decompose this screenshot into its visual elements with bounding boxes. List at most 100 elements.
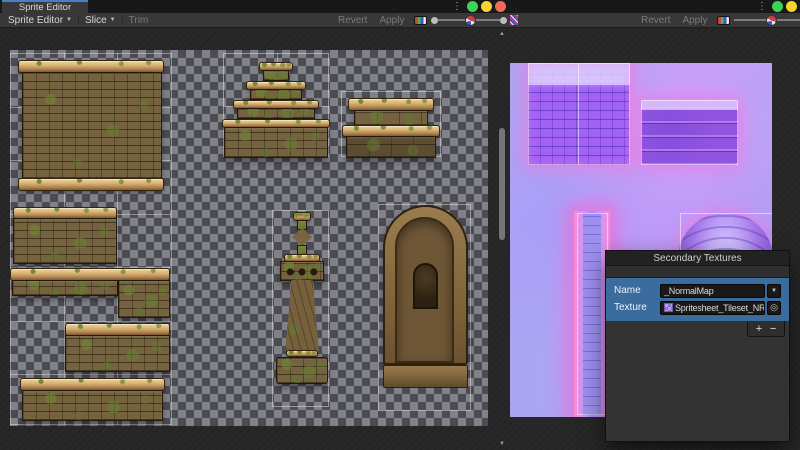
secondary-texture-entry-selected[interactable]: Name _NormalMap ▼ Texture Spritesheet_Ti… bbox=[606, 278, 789, 321]
tab-label: Sprite Editor bbox=[19, 2, 71, 13]
brick-body bbox=[263, 70, 289, 81]
brick-body bbox=[237, 108, 315, 119]
brick-body bbox=[250, 89, 302, 100]
sprite-stone-ledge-long[interactable] bbox=[10, 268, 170, 330]
texture-object-field[interactable]: Spritesheet_Tileset_NRM bbox=[660, 301, 765, 315]
chevron-down-icon: ▼ bbox=[110, 17, 116, 23]
panel-title: Secondary Textures bbox=[606, 251, 789, 266]
sprite-stone-platform[interactable] bbox=[20, 378, 165, 422]
sprite-editor-menu-button[interactable]: Sprite Editor ▼ bbox=[2, 13, 78, 27]
object-picker-button[interactable]: ◎ bbox=[767, 301, 781, 315]
menu-dots-icon[interactable]: ⋮ bbox=[757, 1, 767, 12]
slider-track[interactable] bbox=[734, 19, 766, 21]
menu-dots-icon[interactable]: ⋮ bbox=[452, 1, 462, 12]
vertical-scrollbar[interactable]: ▲ ▼ bbox=[497, 28, 507, 450]
texture-value: Spritesheet_Tileset_NRM bbox=[675, 303, 765, 313]
revert-button[interactable]: Revert bbox=[332, 13, 373, 27]
add-secondary-texture-button[interactable]: + bbox=[756, 322, 762, 336]
apply-label: Apply bbox=[682, 15, 707, 26]
slider-handle[interactable] bbox=[431, 17, 438, 24]
scroll-down-icon[interactable]: ▼ bbox=[497, 440, 507, 448]
scroll-up-icon[interactable]: ▲ bbox=[497, 30, 507, 38]
sprite-stone-altar[interactable] bbox=[342, 92, 440, 158]
brick-body bbox=[65, 335, 170, 372]
name-label: Name bbox=[614, 285, 660, 296]
cap-stone bbox=[286, 350, 318, 357]
trim-label: Trim bbox=[129, 15, 149, 26]
apply-label: Apply bbox=[379, 15, 404, 26]
toolbar-left-preview-group: Revert Apply bbox=[332, 13, 518, 27]
mip-stripes-icon bbox=[510, 15, 518, 25]
remove-secondary-texture-button[interactable]: − bbox=[770, 322, 776, 336]
cap-stone bbox=[18, 178, 164, 191]
texture-thumbnail bbox=[664, 303, 673, 312]
brick-body bbox=[12, 280, 118, 296]
texture-row: Texture Spritesheet_Tileset_NRM ◎ bbox=[614, 300, 781, 315]
pillar-skull-capital bbox=[280, 261, 324, 281]
window-dot-yellow[interactable] bbox=[786, 1, 797, 12]
slice-menu-button[interactable]: Slice ▼ bbox=[79, 13, 122, 27]
window-dot-green[interactable] bbox=[772, 1, 783, 12]
apply-button[interactable]: Apply bbox=[676, 13, 713, 27]
arch-doorway bbox=[413, 263, 438, 309]
name-value: _NormalMap bbox=[664, 286, 714, 296]
normalmap-wall-block[interactable] bbox=[528, 63, 630, 165]
rgb-channels-icon[interactable] bbox=[414, 16, 427, 25]
brick-body bbox=[224, 127, 328, 158]
slider-track[interactable] bbox=[777, 19, 800, 21]
trim-button[interactable]: Trim bbox=[123, 13, 155, 27]
sprite-carved-totem-pillar[interactable] bbox=[276, 212, 328, 384]
apply-button[interactable]: Apply bbox=[373, 13, 410, 27]
sprite-stone-ledge-short[interactable] bbox=[65, 323, 170, 373]
window-controls-left: ⋮ bbox=[452, 1, 506, 12]
sprite-canvas[interactable] bbox=[10, 50, 488, 426]
window-dot-yellow[interactable] bbox=[481, 1, 492, 12]
secondary-textures-panel: Secondary Textures Name _NormalMap ▼ Tex… bbox=[605, 250, 790, 442]
brick-body bbox=[346, 136, 436, 158]
sprite-stepped-ziggurat[interactable] bbox=[222, 62, 330, 158]
mip-icon bbox=[767, 16, 776, 25]
panel-header-strip bbox=[606, 266, 789, 278]
texture-label: Texture bbox=[614, 302, 660, 313]
window-controls-right: ⋮ bbox=[757, 1, 800, 12]
toolbar: Sprite Editor ▼ Slice ▼ Trim Revert Appl… bbox=[0, 13, 800, 28]
brick-body bbox=[22, 390, 163, 421]
chevron-down-icon: ▼ bbox=[771, 288, 777, 294]
window-dot-red[interactable] bbox=[495, 1, 506, 12]
revert-label: Revert bbox=[338, 15, 367, 26]
tab-bar: Sprite Editor ⋮ ⋮ bbox=[0, 0, 800, 13]
scrollbar-thumb[interactable] bbox=[499, 128, 505, 240]
brick-body bbox=[22, 72, 162, 179]
normalmap-altar-block[interactable] bbox=[641, 100, 738, 165]
slider-track[interactable] bbox=[476, 19, 500, 21]
sprite-mossy-brick-wall[interactable] bbox=[22, 60, 162, 192]
mip-level-slider[interactable] bbox=[734, 16, 800, 25]
window-dot-green[interactable] bbox=[467, 1, 478, 12]
rgb-channels-icon[interactable] bbox=[717, 16, 730, 25]
name-dropdown[interactable]: _NormalMap bbox=[660, 284, 765, 298]
revert-label: Revert bbox=[641, 15, 670, 26]
arch-base-slab bbox=[383, 365, 468, 388]
sprite-editor-menu-label: Sprite Editor bbox=[8, 15, 63, 26]
toolbar-left-group: Sprite Editor ▼ Slice ▼ Trim bbox=[2, 13, 154, 27]
tab-sprite-editor[interactable]: Sprite Editor bbox=[2, 0, 88, 13]
object-picker-icon: ◎ bbox=[770, 303, 778, 312]
slider-handle[interactable] bbox=[500, 17, 507, 24]
slider-track[interactable] bbox=[438, 19, 465, 21]
pillar-knot bbox=[292, 228, 312, 246]
mip-level-slider[interactable] bbox=[431, 15, 518, 25]
brick-body bbox=[118, 280, 170, 318]
pillar-shaft bbox=[280, 280, 324, 351]
mip-icon bbox=[466, 16, 475, 25]
brick-body bbox=[13, 218, 117, 264]
revert-button[interactable]: Revert bbox=[635, 13, 676, 27]
sprite-stone-arch-gate[interactable] bbox=[383, 205, 468, 388]
sprite-brick-wall-section[interactable] bbox=[13, 207, 117, 264]
name-dropdown-button[interactable]: ▼ bbox=[767, 284, 781, 298]
slice-menu-label: Slice bbox=[85, 15, 107, 26]
name-row: Name _NormalMap ▼ bbox=[614, 283, 781, 298]
pillar-base bbox=[276, 357, 328, 384]
toolbar-right-preview-group: Revert Apply bbox=[635, 13, 800, 27]
chevron-down-icon: ▼ bbox=[66, 17, 72, 23]
brick-body bbox=[354, 110, 428, 126]
